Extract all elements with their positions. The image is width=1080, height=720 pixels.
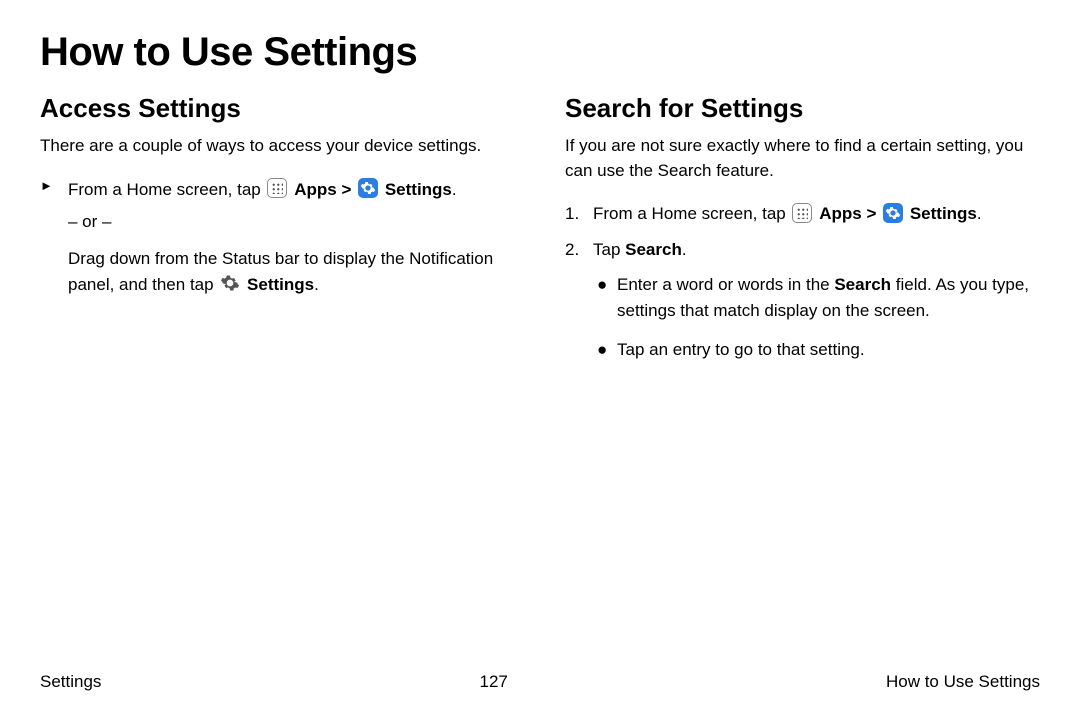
apps-icon [267, 178, 287, 198]
bullet-2: ● Tap an entry to go to that setting. [593, 337, 1040, 363]
search-step-1: 1. From a Home screen, tap Apps > Settin… [565, 201, 1040, 227]
apps-label: Apps [819, 204, 862, 223]
access-alt-step: Drag down from the Status bar to display… [68, 246, 515, 297]
bullet2-text: Tap an entry to go to that setting. [617, 337, 1040, 363]
settings-label: Settings [385, 180, 452, 199]
caret-icon: > [866, 204, 881, 223]
access-settings-heading: Access Settings [40, 93, 515, 124]
search-step-2: 2. Tap Search. [565, 237, 1040, 263]
alt-settings-label: Settings [247, 275, 314, 294]
alt-text-post: . [314, 275, 319, 294]
settings-label: Settings [910, 204, 977, 223]
step2-pre: Tap [593, 240, 625, 259]
step2-bold: Search [625, 240, 682, 259]
bullet1-pre: Enter a word or words in the [617, 275, 834, 294]
search-settings-intro: If you are not sure exactly where to fin… [565, 134, 1040, 183]
period: . [977, 204, 982, 223]
bullet-dot: ● [593, 272, 617, 323]
settings-gray-icon [220, 273, 240, 293]
page-title: How to Use Settings [40, 30, 1040, 75]
search-settings-heading: Search for Settings [565, 93, 1040, 124]
caret-icon: > [341, 180, 356, 199]
bullet-1: ● Enter a word or words in the Search fi… [593, 272, 1040, 323]
play-marker: ► [40, 176, 68, 202]
step-text: From a Home screen, tap [68, 180, 265, 199]
settings-blue-icon [883, 203, 903, 223]
right-column: Search for Settings If you are not sure … [565, 93, 1040, 377]
access-settings-intro: There are a couple of ways to access you… [40, 134, 515, 159]
step-1-marker: 1. [565, 201, 593, 227]
apps-label: Apps [294, 180, 337, 199]
period: . [452, 180, 457, 199]
settings-blue-icon [358, 178, 378, 198]
step2-post: . [682, 240, 687, 259]
footer-right: How to Use Settings [886, 672, 1040, 692]
page-footer: Settings 127 How to Use Settings [40, 672, 1040, 692]
step-2-marker: 2. [565, 237, 593, 263]
bullet1-bold: Search [834, 275, 891, 294]
bullet-dot: ● [593, 337, 617, 363]
or-divider: – or – [68, 212, 515, 232]
apps-icon [792, 203, 812, 223]
access-step-1: ► From a Home screen, tap Apps > Setting… [40, 177, 515, 203]
footer-left: Settings [40, 672, 101, 692]
left-column: Access Settings There are a couple of wa… [40, 93, 515, 377]
step-text: From a Home screen, tap [593, 204, 790, 223]
footer-page-number: 127 [480, 672, 508, 692]
